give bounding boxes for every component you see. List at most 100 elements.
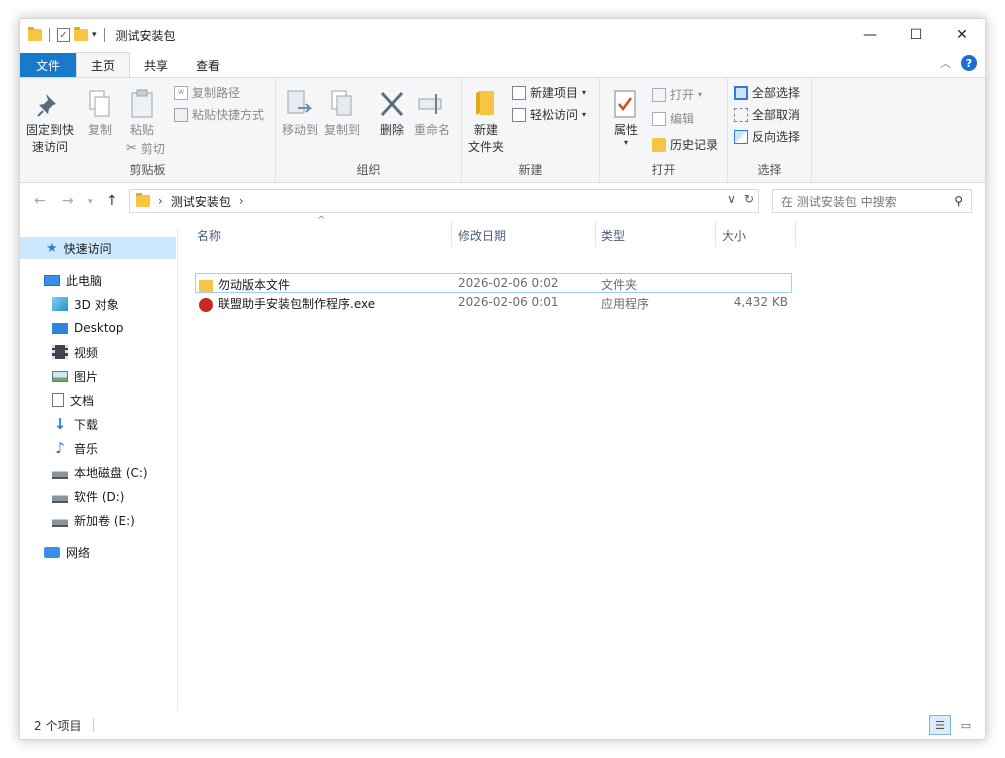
- refresh-icon[interactable]: ↻: [744, 192, 754, 206]
- column-header-name[interactable]: 名称: [197, 223, 221, 247]
- help-icon[interactable]: ?: [961, 55, 977, 71]
- pin-quick-access-button[interactable]: 固定到快 速访问: [26, 88, 74, 156]
- open-button[interactable]: 打开 ▾: [652, 86, 702, 103]
- organize-group-label: 组织: [356, 163, 381, 177]
- explorer-window: ✓ ▾ 测试安装包 — ☐ ✕ 文件 主页 共享 查看 ︿ ? 固定到快 速访问: [19, 18, 986, 740]
- sidebar-item-downloads[interactable]: ↓ 下载: [52, 413, 98, 435]
- sidebar-item-pictures[interactable]: 图片: [52, 365, 98, 387]
- sidebar-item-drive-c[interactable]: 本地磁盘 (C:): [52, 461, 148, 483]
- move-to-button[interactable]: 移动到: [282, 88, 318, 139]
- up-button[interactable]: ↑: [106, 193, 118, 209]
- tab-file[interactable]: 文件: [20, 53, 77, 77]
- search-input[interactable]: 在 测试安装包 中搜索 ⚲: [772, 189, 972, 213]
- organize-group: 移动到 复制到 删除 重命名 组织: [276, 78, 462, 182]
- new-item-label: 新建项目: [530, 86, 579, 100]
- tab-view[interactable]: 查看: [182, 53, 234, 77]
- new-group-label: 新建: [518, 163, 543, 177]
- edit-button[interactable]: 编辑: [652, 110, 694, 127]
- copy-path-button[interactable]: W 复制路径: [174, 84, 240, 101]
- ribbon: 固定到快 速访问 复制 粘贴 W 复制路径 粘贴快捷方式 ✂ 剪切 剪贴板 移动…: [20, 77, 985, 183]
- details-view-icon[interactable]: ☰: [929, 715, 951, 735]
- minimize-button[interactable]: —: [847, 19, 893, 51]
- history-button[interactable]: 历史记录: [652, 136, 718, 153]
- collapse-ribbon-icon[interactable]: ︿: [940, 55, 951, 71]
- sidebar-item-label: 音乐: [74, 441, 99, 456]
- column-header-type[interactable]: 类型: [601, 223, 625, 247]
- new-item-button[interactable]: 新建项目 ▾: [512, 84, 586, 101]
- clipboard-group-label: 剪贴板: [129, 163, 166, 177]
- sidebar-item-videos[interactable]: 视频: [52, 341, 98, 363]
- film-icon: [52, 345, 68, 359]
- copy-button[interactable]: 复制: [84, 88, 116, 139]
- item-count: 2 个项目: [34, 718, 82, 733]
- maximize-button[interactable]: ☐: [893, 19, 939, 51]
- sidebar-item-network[interactable]: 网络: [44, 541, 90, 563]
- new-folder-icon: [476, 91, 494, 115]
- back-button[interactable]: ←: [34, 193, 46, 209]
- recent-locations-icon[interactable]: ▾: [88, 197, 93, 207]
- file-size: 4,432 KB: [733, 295, 788, 309]
- close-button[interactable]: ✕: [939, 19, 985, 51]
- window-controls: — ☐ ✕: [847, 19, 985, 51]
- customize-dropdown-icon[interactable]: ▾: [92, 30, 97, 40]
- select-none-button[interactable]: 全部取消: [734, 106, 800, 123]
- table-row[interactable]: 联盟助手安装包制作程序.exe 2026-02-06 0:01 应用程序 4,4…: [195, 293, 792, 313]
- paste-button[interactable]: 粘贴: [126, 88, 158, 139]
- cut-button[interactable]: ✂ 剪切: [126, 140, 165, 157]
- paste-shortcut-button[interactable]: 粘贴快捷方式: [174, 106, 264, 123]
- file-name: 勿动版本文件: [218, 278, 291, 292]
- network-icon: [44, 546, 60, 558]
- column-divider[interactable]: [451, 221, 452, 247]
- sidebar-item-drive-d[interactable]: 软件 (D:): [52, 485, 124, 507]
- chevron-down-icon: ▾: [582, 110, 587, 119]
- easy-access-button[interactable]: 轻松访问 ▾: [512, 106, 586, 123]
- paste-shortcut-icon: [174, 107, 188, 122]
- folder-icon: [136, 193, 150, 207]
- sidebar-item-label: 图片: [74, 369, 99, 384]
- copy-path-label: 复制路径: [192, 86, 241, 100]
- sidebar-item-music[interactable]: ♪ 音乐: [52, 437, 98, 459]
- sidebar-item-desktop[interactable]: Desktop: [52, 317, 124, 339]
- tab-home[interactable]: 主页: [76, 52, 131, 77]
- column-header-size[interactable]: 大小: [722, 223, 746, 247]
- file-name: 联盟助手安装包制作程序.exe: [218, 297, 376, 311]
- document-icon: [52, 393, 64, 407]
- address-row: ← → ▾ ↑ › 测试安装包 › ∨ ↻ 在 测试安装包 中搜索 ⚲: [20, 187, 985, 215]
- invert-selection-button[interactable]: 反向选择: [734, 128, 800, 145]
- sidebar-item-quick-access[interactable]: ★ 快速访问: [20, 237, 176, 259]
- column-divider[interactable]: [795, 221, 796, 247]
- column-header-modified[interactable]: 修改日期: [458, 223, 506, 247]
- table-row[interactable]: 勿动版本文件 2026-02-06 0:02 文件夹: [195, 273, 792, 293]
- select-group-label: 选择: [757, 163, 782, 177]
- download-arrow-icon: ↓: [53, 415, 67, 433]
- properties-icon[interactable]: ✓: [57, 28, 70, 42]
- column-divider[interactable]: [715, 221, 716, 247]
- forward-button[interactable]: →: [62, 193, 74, 209]
- properties-label: 属性: [613, 123, 638, 137]
- sidebar-item-drive-e[interactable]: 新加卷 (E:): [52, 509, 135, 531]
- new-item-icon: [512, 85, 526, 100]
- file-type: 应用程序: [601, 297, 650, 311]
- tab-share[interactable]: 共享: [130, 53, 182, 77]
- address-dropdown-icon[interactable]: ∨: [727, 192, 736, 206]
- delete-button[interactable]: 删除: [376, 88, 408, 139]
- search-icon[interactable]: ⚲: [954, 194, 963, 208]
- breadcrumb-current[interactable]: 测试安装包: [171, 193, 231, 210]
- large-icons-view-icon[interactable]: ▭: [955, 715, 977, 735]
- select-all-button[interactable]: 全部选择: [734, 84, 800, 101]
- breadcrumb-chevron-icon[interactable]: ›: [239, 194, 244, 208]
- rename-button[interactable]: 重命名: [414, 88, 450, 139]
- address-bar[interactable]: › 测试安装包 › ∨ ↻: [129, 189, 759, 213]
- properties-button[interactable]: 属性 ▾: [610, 88, 642, 147]
- file-type: 文件夹: [601, 278, 638, 292]
- sidebar-item-this-pc[interactable]: 此电脑: [44, 269, 102, 291]
- sidebar-item-documents[interactable]: 文档: [52, 389, 94, 411]
- music-note-icon: ♪: [55, 439, 65, 457]
- copy-to-button[interactable]: 复制到: [324, 88, 360, 139]
- copy-to-icon: [331, 90, 352, 116]
- sidebar-item-label: 软件 (D:): [74, 489, 125, 504]
- column-divider[interactable]: [595, 221, 596, 247]
- new-folder-button[interactable]: 新建 文件夹: [468, 88, 504, 156]
- sidebar-item-3d-objects[interactable]: 3D 对象: [52, 293, 119, 315]
- new-folder-icon[interactable]: [74, 27, 88, 41]
